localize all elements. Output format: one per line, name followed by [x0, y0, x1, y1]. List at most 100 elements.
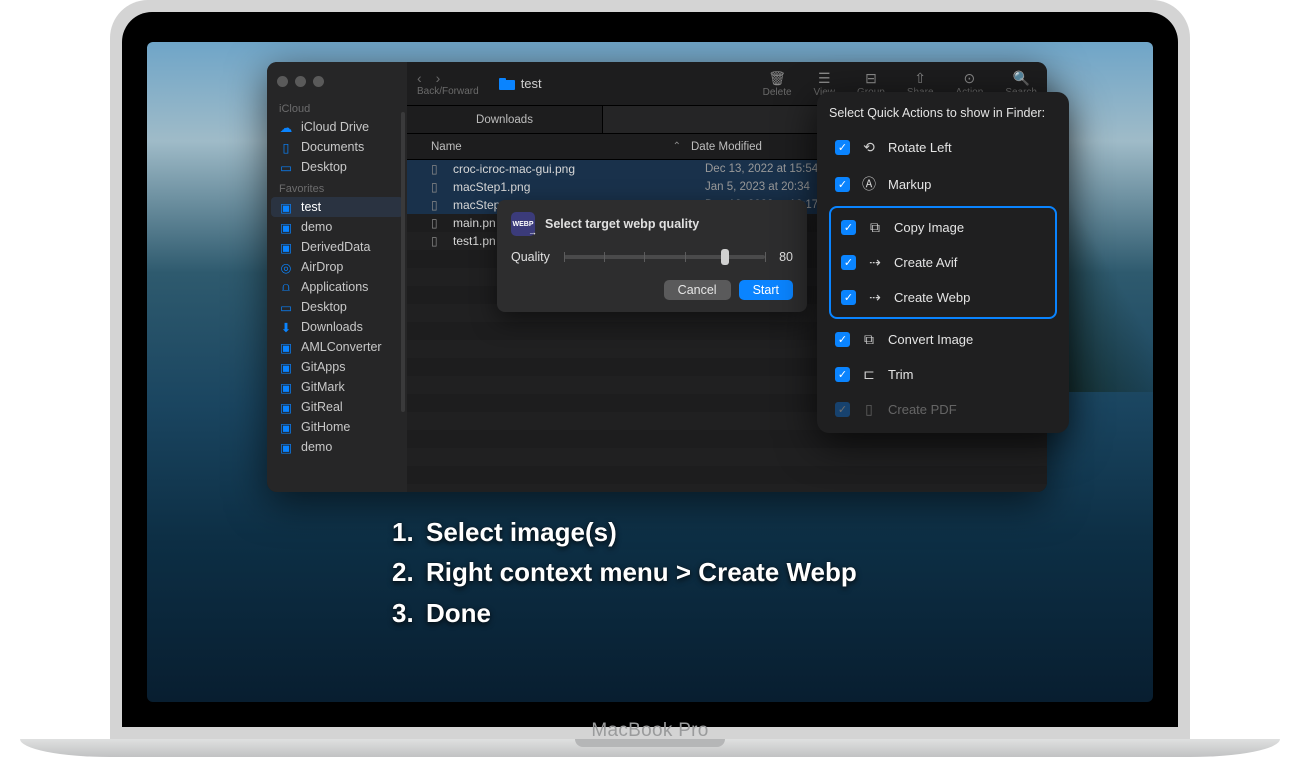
laptop-frame: iCloud ☁iCloud Drive ▯ Documents ▭ Desktop F… — [110, 0, 1190, 757]
folder-icon: ▣ — [279, 200, 293, 214]
action-icon: ⟲ — [860, 139, 878, 156]
webp-quality-dialog: WEBP Select target webp quality Quality — [497, 200, 807, 312]
quick-action-item[interactable]: ✓⧉Copy Image — [835, 210, 1051, 245]
sidebar-item-label: demo — [301, 440, 332, 454]
desktop-icon: ▭ — [279, 160, 293, 174]
sidebar-item[interactable]: ▣GitHome — [267, 417, 407, 437]
sidebar-item[interactable]: ▭ Desktop — [267, 157, 407, 177]
column-name[interactable]: Name — [431, 141, 462, 153]
checkbox-icon[interactable]: ✓ — [841, 290, 856, 305]
airdrop-icon: ◎ — [279, 260, 293, 274]
sidebar-item[interactable]: ☁iCloud Drive — [267, 117, 407, 137]
checkbox-icon[interactable]: ✓ — [835, 177, 850, 192]
checkbox-icon[interactable]: ✓ — [841, 255, 856, 270]
sidebar-item[interactable]: ▯ Documents — [267, 137, 407, 157]
sidebar-item[interactable]: ▣test — [271, 197, 403, 217]
folder-icon — [499, 78, 515, 90]
action-icon: ⧉ — [860, 331, 878, 348]
quick-action-item[interactable]: ✓ ⧉ Convert Image — [829, 322, 1057, 357]
sidebar-item-label: demo — [301, 220, 332, 234]
quick-action-item[interactable]: ✓ⒶMarkup — [829, 165, 1057, 203]
minimize-icon[interactable] — [295, 76, 306, 87]
sidebar-item-label: GitHome — [301, 420, 350, 434]
sidebar-item[interactable]: ⬇Downloads — [267, 317, 407, 337]
quick-action-label: Create Webp — [894, 290, 970, 305]
quick-action-item[interactable]: ✓⊏Trim — [829, 357, 1057, 392]
webp-icon: WEBP — [511, 212, 535, 236]
maximize-icon[interactable] — [313, 76, 324, 87]
start-button[interactable]: Start — [739, 280, 793, 300]
sidebar-item[interactable]: ▣ GitReal — [267, 397, 407, 417]
sidebar-group-favorites: Favorites — [267, 177, 407, 197]
quick-action-item[interactable]: ✓⇢Create Webp — [835, 280, 1051, 315]
quick-actions-popover: Select Quick Actions to show in Finder: … — [817, 92, 1069, 433]
nav-back-forward[interactable]: ‹ › Back/Forward — [417, 70, 479, 97]
sidebar-item-label: Applications — [301, 280, 368, 294]
sort-caret-icon[interactable]: ⌃ — [673, 141, 691, 152]
checkbox-icon[interactable]: ✓ — [835, 140, 850, 155]
sidebar-item[interactable]: ▭ Desktop — [267, 297, 407, 317]
checkbox-icon[interactable]: ✓ — [841, 220, 856, 235]
sidebar-scrollbar[interactable] — [401, 112, 405, 412]
sidebar-item[interactable]: ▣AMLConverter — [267, 337, 407, 357]
sidebar-item[interactable]: ▣GitApps — [267, 357, 407, 377]
finder-sidebar: iCloud ☁iCloud Drive ▯ Documents ▭ Desktop F… — [267, 62, 407, 492]
sidebar-item-label: GitMark — [301, 380, 345, 394]
quality-slider[interactable] — [564, 255, 765, 259]
file-icon: ▯ — [431, 216, 445, 230]
back-icon[interactable]: ‹ — [417, 70, 422, 86]
sidebar-item[interactable]: ▣ demo — [267, 437, 407, 457]
folder-icon: ▣ — [279, 440, 293, 454]
sidebar-item-label: Documents — [301, 140, 364, 154]
file-date: Dec 13, 2022 at 15:54 — [705, 163, 818, 175]
quick-action-item[interactable]: ✓⇢Create Avif — [835, 245, 1051, 280]
toolbar-delete[interactable]: 🗑Delete — [763, 70, 792, 98]
cancel-button[interactable]: Cancel — [664, 280, 731, 300]
quick-action-label: Rotate Left — [888, 140, 952, 155]
file-date: Jan 5, 2023 at 20:34 — [705, 181, 810, 193]
quick-action-label: Create PDF — [888, 402, 957, 417]
forward-icon[interactable]: › — [436, 70, 441, 86]
checkbox-icon[interactable]: ✓ — [835, 332, 850, 347]
folder-icon: ▣ — [279, 340, 293, 354]
action-icon: ⊏ — [860, 366, 878, 383]
doc-icon: ▯ — [279, 140, 293, 154]
action-icon: ⇢ — [866, 254, 884, 271]
finder-tab[interactable]: Downloads — [407, 106, 603, 133]
instruction-overlay: 1.Select image(s)2.Right context menu > … — [392, 512, 857, 633]
checkbox-icon[interactable]: ✓ — [835, 367, 850, 382]
file-icon: ▯ — [431, 198, 445, 212]
folder-icon: ▣ — [279, 360, 293, 374]
instruction-step: 1.Select image(s) — [392, 512, 857, 552]
quick-action-item[interactable]: ✓▯Create PDF — [829, 392, 1057, 427]
desktop-icon: ▭ — [279, 300, 293, 314]
sidebar-item-label: GitReal — [301, 400, 343, 414]
laptop-label: MacBook Pro — [591, 720, 708, 742]
sidebar-item-label: Desktop — [301, 300, 347, 314]
search-icon: 🔍 — [1012, 70, 1029, 86]
sidebar-item[interactable]: ▣GitMark — [267, 377, 407, 397]
sidebar-item[interactable]: ◎ AirDrop — [267, 257, 407, 277]
apps-icon: ⩍ — [279, 280, 293, 294]
instruction-step: 2.Right context menu > Create Webp — [392, 552, 857, 592]
checkbox-icon[interactable]: ✓ — [835, 402, 850, 417]
action-icon: ⧉ — [866, 219, 884, 236]
action-icon: Ⓐ — [860, 174, 878, 194]
share-icon: ⇧ — [914, 70, 926, 86]
sidebar-item-label: Downloads — [301, 320, 363, 334]
file-icon: ▯ — [431, 180, 445, 194]
path-location[interactable]: test — [499, 76, 542, 91]
close-icon[interactable] — [277, 76, 288, 87]
instruction-step: 3.Done — [392, 593, 857, 633]
quick-action-label: Convert Image — [888, 332, 973, 347]
sidebar-item-label: AirDrop — [301, 260, 343, 274]
sidebar-item[interactable]: ▣demo — [267, 217, 407, 237]
quick-action-item[interactable]: ✓ ⟲ Rotate Left — [829, 130, 1057, 165]
traffic-lights[interactable] — [267, 70, 407, 97]
folder-icon: ▣ — [279, 400, 293, 414]
sidebar-group-icloud: iCloud — [267, 97, 407, 117]
sidebar-item[interactable]: ▣DerivedData — [267, 237, 407, 257]
sidebar-item-label: Desktop — [301, 160, 347, 174]
file-icon: ▯ — [431, 234, 445, 248]
sidebar-item[interactable]: ⩍ Applications — [267, 277, 407, 297]
